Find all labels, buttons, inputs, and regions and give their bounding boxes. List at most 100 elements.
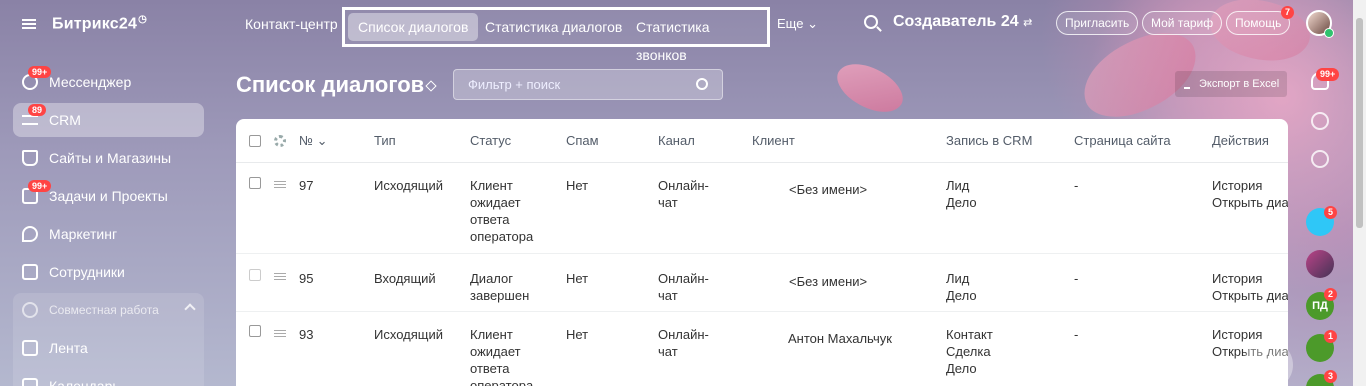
cell-spam: Нет <box>566 271 589 286</box>
crm-link-deal[interactable]: Дело <box>946 287 977 304</box>
filter-placeholder: Фильтр + поиск <box>468 77 561 92</box>
app-logo[interactable]: Битрикс24◷ <box>52 14 147 33</box>
notification-badge: 2 <box>1324 288 1338 301</box>
cell-spam: Нет <box>566 178 589 193</box>
cell-channel: Онлайн-чат <box>658 178 709 210</box>
select-all-checkbox[interactable] <box>249 135 261 147</box>
crm-link-case[interactable]: Дело <box>946 360 993 377</box>
row-checkbox[interactable] <box>249 269 261 281</box>
notification-badge: 89 <box>28 104 47 116</box>
logo-row: Битрикс24◷ <box>0 0 216 48</box>
row-divider <box>236 253 1288 254</box>
scroll-next-button[interactable] <box>1243 340 1293 386</box>
dialog-table: № ⌄ Тип Статус Спам Канал Клиент Запись … <box>236 119 1288 386</box>
sidebar-item-feed[interactable]: Лента <box>13 331 204 365</box>
crm-link-contact[interactable]: Контакт <box>946 326 993 343</box>
column-header-type[interactable]: Тип <box>374 119 396 163</box>
column-header-channel[interactable]: Канал <box>658 119 695 163</box>
filter-search-input[interactable]: Фильтр + поиск <box>453 69 723 100</box>
open-dialog-link[interactable]: Открыть диалог <box>1212 194 1288 211</box>
chevron-up-icon[interactable] <box>184 303 196 315</box>
menu-burger-icon[interactable] <box>22 19 36 29</box>
search-icon[interactable] <box>864 15 878 29</box>
cell-channel: Онлайн-чат <box>658 327 709 359</box>
settings-icon: ⇄ <box>1023 17 1033 29</box>
row-divider <box>236 311 1288 312</box>
my-tariff-button[interactable]: Мой тариф <box>1142 11 1223 35</box>
row-checkbox[interactable] <box>249 177 261 189</box>
cell-type: Исходящий <box>374 178 443 193</box>
cell-site-page: - <box>1074 271 1079 286</box>
portal-name[interactable]: Создаватель 24 ⇄ <box>893 13 1032 31</box>
cell-crm: Лид Дело <box>946 270 977 304</box>
tab-dialog-list[interactable]: Список диалогов <box>348 13 479 41</box>
drag-handle-icon[interactable] <box>274 181 286 188</box>
sidebar-group-title: Совместная работа <box>49 303 159 317</box>
history-link[interactable]: История <box>1212 177 1288 194</box>
crm-link-deal[interactable]: Дело <box>946 194 977 211</box>
page-scrollbar[interactable] <box>1353 0 1366 386</box>
column-header-crm[interactable]: Запись в CRM <box>946 119 1032 163</box>
column-header-status[interactable]: Статус <box>470 119 511 163</box>
chevron-down-icon: ⌄ <box>807 16 818 31</box>
sidebar-item-label: Календарь <box>49 378 120 386</box>
user-avatar[interactable] <box>1306 10 1334 38</box>
sidebar-item-crm[interactable]: 89 CRM <box>13 103 204 137</box>
notification-badge: 99+ <box>28 66 52 78</box>
history-link[interactable]: История <box>1212 326 1288 343</box>
crm-link-lead[interactable]: Лид <box>946 177 977 194</box>
more-menu[interactable]: Еще ⌄ <box>777 16 818 32</box>
top-bar: Контакт-центр Список диалогов Статистика… <box>216 0 1366 63</box>
drag-handle-icon[interactable] <box>274 330 286 337</box>
group-avatar[interactable] <box>1306 250 1334 278</box>
cart-icon <box>22 150 38 166</box>
sidebar-item-sites[interactable]: Сайты и Магазины <box>13 141 204 175</box>
sidebar-item-marketing[interactable]: Маркетинг <box>13 217 204 251</box>
cell-site-page: - <box>1074 327 1079 342</box>
feed-icon <box>22 340 38 356</box>
drag-handle-icon[interactable] <box>274 273 286 280</box>
open-dialog-link[interactable]: Открыть диалог <box>1212 287 1288 304</box>
sidebar-group-header[interactable]: Совместная работа <box>13 293 204 327</box>
cell-spam: Нет <box>566 327 589 342</box>
collaboration-icon <box>22 302 38 318</box>
sidebar-item-label: Задачи и Проекты <box>49 188 168 204</box>
status-icon <box>1324 28 1334 38</box>
activity-icon[interactable] <box>1311 112 1329 130</box>
decorative-petal <box>829 51 911 125</box>
notification-badge: 5 <box>1324 206 1338 219</box>
row-checkbox[interactable] <box>249 325 261 337</box>
notification-badge: 3 <box>1324 370 1338 383</box>
contact-center-link[interactable]: Контакт-центр <box>245 16 338 32</box>
cell-actions: История Открыть диалог <box>1212 270 1288 304</box>
calendar-icon <box>22 378 38 386</box>
column-header-client[interactable]: Клиент <box>752 119 795 163</box>
scrollbar-thumb[interactable] <box>1356 18 1363 228</box>
sidebar-item-tasks[interactable]: 99+ Задачи и Проекты <box>13 179 204 213</box>
pin-icon[interactable] <box>425 80 437 92</box>
column-header-site-page[interactable]: Страница сайта <box>1074 119 1171 163</box>
export-excel-button[interactable]: Экспорт в Excel <box>1175 71 1288 97</box>
header-divider <box>236 162 1288 163</box>
cell-status: Диалог завершен <box>470 271 530 303</box>
sidebar-item-calendar[interactable]: Календарь <box>13 369 204 386</box>
refresh-icon[interactable] <box>1311 150 1329 168</box>
sidebar-item-employees[interactable]: Сотрудники <box>13 255 204 289</box>
chevron-right-icon <box>1262 353 1280 371</box>
sidebar-item-label: Мессенджер <box>49 74 132 90</box>
page-title: Список диалогов <box>236 72 425 97</box>
crm-link-deal[interactable]: Сделка <box>946 343 993 360</box>
sidebar-item-messenger[interactable]: 99+ Мессенджер <box>13 65 204 99</box>
tab-call-stats[interactable]: Статистика звонков <box>626 13 767 63</box>
search-icon[interactable] <box>696 78 708 90</box>
cell-number: 95 <box>299 271 314 286</box>
crm-link-lead[interactable]: Лид <box>946 270 977 287</box>
cell-client: Антон Махальчук <box>788 331 892 346</box>
tab-dialog-stats[interactable]: Статистика диалогов <box>475 13 632 41</box>
gear-icon[interactable] <box>274 135 286 147</box>
column-header-actions[interactable]: Действия <box>1212 119 1269 163</box>
history-link[interactable]: История <box>1212 270 1288 287</box>
column-header-spam[interactable]: Спам <box>566 119 599 163</box>
column-header-number[interactable]: № ⌄ <box>299 119 327 163</box>
invite-button[interactable]: Пригласить <box>1056 11 1139 35</box>
